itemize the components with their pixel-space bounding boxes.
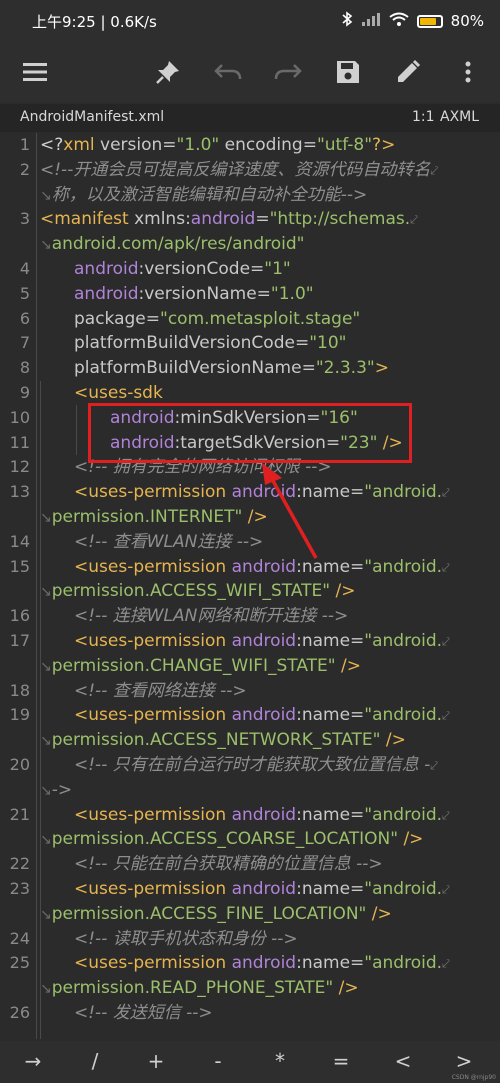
- battery-icon: [416, 14, 443, 28]
- file-name[interactable]: AndroidManifest.xml: [20, 109, 164, 125]
- cursor-position: 1:1: [412, 109, 435, 125]
- symbol-key[interactable]: =: [321, 1049, 361, 1073]
- redo-icon[interactable]: [268, 52, 308, 92]
- status-bar: 上午9:25 | 0.6K/s 80%: [0, 0, 500, 42]
- signal-icon: [361, 12, 381, 30]
- code-editor[interactable]: 1 <?xml version="1.0" encoding="utf-8"?> 2…: [0, 133, 500, 1039]
- edit-icon[interactable]: [388, 52, 428, 92]
- battery-percent: 80%: [450, 12, 484, 30]
- symbol-key[interactable]: <: [383, 1049, 423, 1073]
- bluetooth-icon: [341, 11, 353, 31]
- symbol-bar: → / + - * = < > CSDN @rnjp90: [0, 1041, 500, 1083]
- annotation-arrow: [262, 463, 318, 559]
- symbol-key[interactable]: →: [13, 1049, 53, 1073]
- watermark: CSDN @rnjp90: [451, 1074, 496, 1081]
- wifi-icon: [389, 12, 409, 30]
- file-tab-bar: AndroidManifest.xml 1:1 AXML: [0, 104, 500, 132]
- save-icon[interactable]: [328, 52, 368, 92]
- toolbar: [0, 42, 500, 102]
- menu-icon[interactable]: [15, 52, 55, 92]
- symbol-key[interactable]: +: [136, 1049, 176, 1073]
- status-icons: 80%: [341, 11, 484, 31]
- symbol-key[interactable]: -: [198, 1049, 238, 1073]
- status-time-speed: 上午9:25 | 0.6K/s: [32, 13, 157, 31]
- more-icon[interactable]: [448, 52, 488, 92]
- file-type[interactable]: AXML: [440, 109, 479, 125]
- symbol-key[interactable]: >: [444, 1049, 484, 1073]
- pin-icon[interactable]: [148, 52, 188, 92]
- symbol-key[interactable]: *: [260, 1049, 300, 1073]
- symbol-key[interactable]: /: [75, 1049, 115, 1073]
- undo-icon[interactable]: [208, 52, 248, 92]
